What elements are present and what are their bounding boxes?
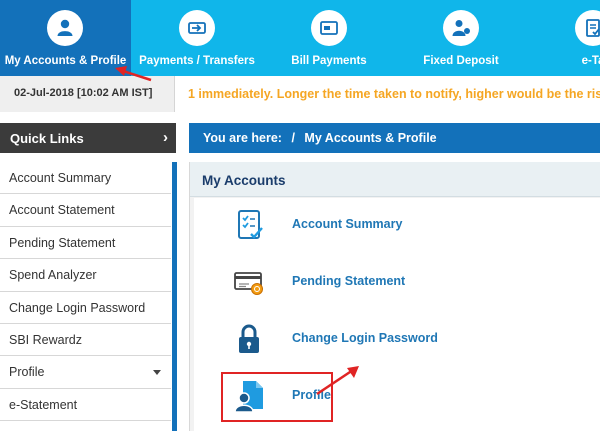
sidebar-item-label: Account Summary <box>9 171 112 185</box>
nav-fixed-deposit[interactable]: Fixed Deposit <box>395 0 527 76</box>
user-icon <box>47 10 83 46</box>
breadcrumb-prefix: You are here: <box>203 131 282 145</box>
sidebar-menu: Account Summary Account Statement Pendin… <box>0 162 171 422</box>
nav-label: Fixed Deposit <box>423 55 499 67</box>
sidebar-item-label: SBI Rewardz <box>9 332 82 347</box>
change-login-password-link[interactable]: Change Login Password <box>292 331 438 345</box>
checklist-document-icon[interactable] <box>232 208 266 242</box>
pending-statement-row: Pending Statement <box>194 255 600 311</box>
breadcrumb: You are here: / My Accounts & Profile <box>189 123 600 153</box>
sidebar-item-profile[interactable]: Profile <box>0 356 171 389</box>
nav-label: e-Ta <box>581 55 600 67</box>
statement-card-icon[interactable] <box>232 265 266 299</box>
sidebar-item-label: Spend Analyzer <box>9 268 97 283</box>
breadcrumb-current[interactable]: My Accounts & Profile <box>304 131 436 145</box>
sidebar-item-label: e-Statement <box>9 397 78 412</box>
sidebar-item-spend-analyzer[interactable]: Spend Analyzer <box>0 259 171 292</box>
deposit-person-icon <box>443 10 479 46</box>
quick-links-header[interactable]: Quick Links › <box>0 123 176 153</box>
quick-links-title: Quick Links <box>10 131 84 146</box>
breadcrumb-separator: / <box>291 131 295 145</box>
top-navigation: My Accounts & Profile Payments / Transfe… <box>0 0 600 76</box>
lock-icon[interactable] <box>232 322 266 356</box>
nav-my-accounts-profile[interactable]: My Accounts & Profile <box>0 0 131 76</box>
chevron-down-icon[interactable] <box>153 370 161 376</box>
notification-marquee: 1 immediately. Longer the time taken to … <box>188 87 600 101</box>
sidebar-item-account-statement[interactable]: Account Statement <box>0 194 171 227</box>
panel-title: My Accounts <box>190 162 600 197</box>
sidebar-item-sbi-rewardz[interactable]: SBI Rewardz <box>0 324 171 357</box>
sidebar-item-e-statement[interactable]: e-Statement <box>0 389 171 422</box>
sidebar-item-account-summary[interactable]: Account Summary <box>0 162 171 195</box>
tax-document-icon <box>575 10 600 46</box>
pending-statement-link[interactable]: Pending Statement <box>292 274 405 288</box>
sidebar-item-label: Pending Statement <box>9 235 116 250</box>
nav-label: Payments / Transfers <box>139 55 255 67</box>
sidebar-scrollbar[interactable] <box>172 162 177 431</box>
info-bar: 02-Jul-2018 [10:02 AM IST] 1 immediately… <box>0 76 600 112</box>
bill-card-icon <box>311 10 347 46</box>
nav-e-tax[interactable]: e-Ta <box>527 0 600 76</box>
chevron-right-icon[interactable]: › <box>163 129 168 146</box>
sidebar-item-label: Profile <box>9 365 45 380</box>
profile-highlight-box <box>221 372 333 422</box>
sidebar-item-label: Change Login Password <box>9 300 146 315</box>
change-login-password-row: Change Login Password <box>194 312 600 368</box>
nav-payments-transfers[interactable]: Payments / Transfers <box>131 0 263 76</box>
sidebar-item-pending-statement[interactable]: Pending Statement <box>0 227 171 260</box>
login-datetime: 02-Jul-2018 [10:02 AM IST] <box>0 76 175 112</box>
sidebar-item-label: Account Statement <box>9 203 115 218</box>
transfer-icon <box>179 10 215 46</box>
nav-label: Bill Payments <box>291 55 367 67</box>
sidebar-item-change-login-password[interactable]: Change Login Password <box>0 292 171 324</box>
nav-bill-payments[interactable]: Bill Payments <box>263 0 395 76</box>
account-summary-link[interactable]: Account Summary <box>292 217 402 231</box>
account-summary-row: Account Summary <box>194 198 600 254</box>
nav-label: My Accounts & Profile <box>4 55 127 67</box>
